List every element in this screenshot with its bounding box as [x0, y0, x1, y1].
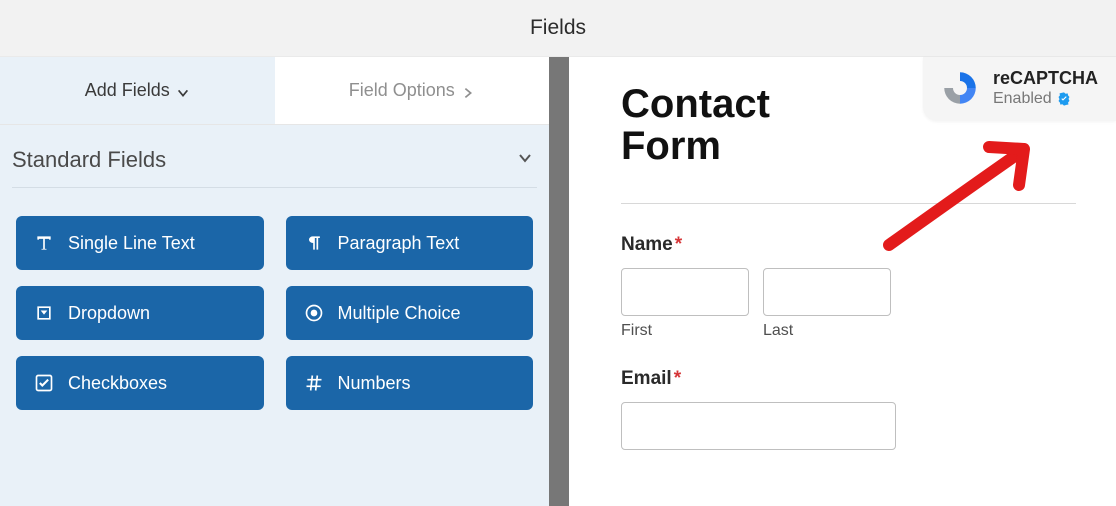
caret-square-icon: [34, 303, 54, 323]
last-name-input[interactable]: [763, 268, 891, 316]
last-sublabel: Last: [763, 322, 891, 340]
recaptcha-icon: [939, 67, 981, 109]
radio-dot-icon: [304, 303, 324, 323]
field-dropdown[interactable]: Dropdown: [16, 286, 264, 340]
recaptcha-text: reCAPTCHA Enabled: [993, 68, 1098, 109]
fields-grid: Single Line Text Paragraph Text Dropdown…: [12, 216, 537, 410]
tab-add-fields[interactable]: Add Fields: [0, 57, 275, 124]
field-label: Dropdown: [68, 303, 150, 324]
text-t-icon: [34, 233, 54, 253]
field-label: Paragraph Text: [338, 233, 460, 254]
field-label: Checkboxes: [68, 373, 167, 394]
recaptcha-status: Enabled: [993, 89, 1052, 108]
field-single-line-text[interactable]: Single Line Text: [16, 216, 264, 270]
tab-add-label: Add Fields: [85, 80, 170, 101]
chevron-down-icon: [176, 84, 190, 98]
field-multiple-choice[interactable]: Multiple Choice: [286, 286, 534, 340]
topbar: Fields: [0, 0, 1116, 57]
chevron-right-icon: [461, 84, 475, 98]
recaptcha-status-row: Enabled: [993, 89, 1098, 108]
form-title: Contact Form: [621, 83, 871, 167]
field-label: Numbers: [338, 373, 411, 394]
required-mark: *: [674, 368, 681, 389]
field-label: Multiple Choice: [338, 303, 461, 324]
field-label-name: Name*: [621, 234, 1076, 256]
field-numbers[interactable]: Numbers: [286, 356, 534, 410]
form-divider: [621, 203, 1076, 204]
name-row: First Last: [621, 268, 1076, 340]
field-paragraph-text[interactable]: Paragraph Text: [286, 216, 534, 270]
section-header[interactable]: Standard Fields: [12, 147, 537, 188]
name-last-col: Last: [763, 268, 891, 340]
field-name: Name* First Last: [621, 234, 1076, 340]
topbar-title: Fields: [530, 16, 586, 40]
verified-badge-icon: [1056, 91, 1072, 107]
pilcrow-icon: [304, 233, 324, 253]
first-sublabel: First: [621, 322, 749, 340]
section-title: Standard Fields: [12, 147, 166, 173]
field-label-email: Email*: [621, 368, 1076, 390]
email-input[interactable]: [621, 402, 896, 450]
main-split: Add Fields Field Options Standard Fields: [0, 57, 1116, 506]
required-mark: *: [675, 234, 682, 255]
left-panel: Add Fields Field Options Standard Fields: [0, 57, 549, 506]
tab-options-label: Field Options: [349, 80, 455, 101]
tab-field-options[interactable]: Field Options: [275, 57, 550, 124]
first-name-input[interactable]: [621, 268, 749, 316]
panel-divider[interactable]: [549, 57, 569, 506]
hash-icon: [304, 373, 324, 393]
chevron-down-icon: [517, 150, 533, 171]
standard-fields-section: Standard Fields Single Line Text Paragra…: [0, 125, 549, 410]
field-email: Email*: [621, 368, 1076, 450]
field-label: Single Line Text: [68, 233, 195, 254]
form-preview: reCAPTCHA Enabled Contact Form Name*: [569, 57, 1116, 506]
tabs: Add Fields Field Options: [0, 57, 549, 125]
check-square-icon: [34, 373, 54, 393]
recaptcha-badge[interactable]: reCAPTCHA Enabled: [923, 57, 1116, 121]
field-checkboxes[interactable]: Checkboxes: [16, 356, 264, 410]
recaptcha-title: reCAPTCHA: [993, 68, 1098, 90]
name-first-col: First: [621, 268, 749, 340]
